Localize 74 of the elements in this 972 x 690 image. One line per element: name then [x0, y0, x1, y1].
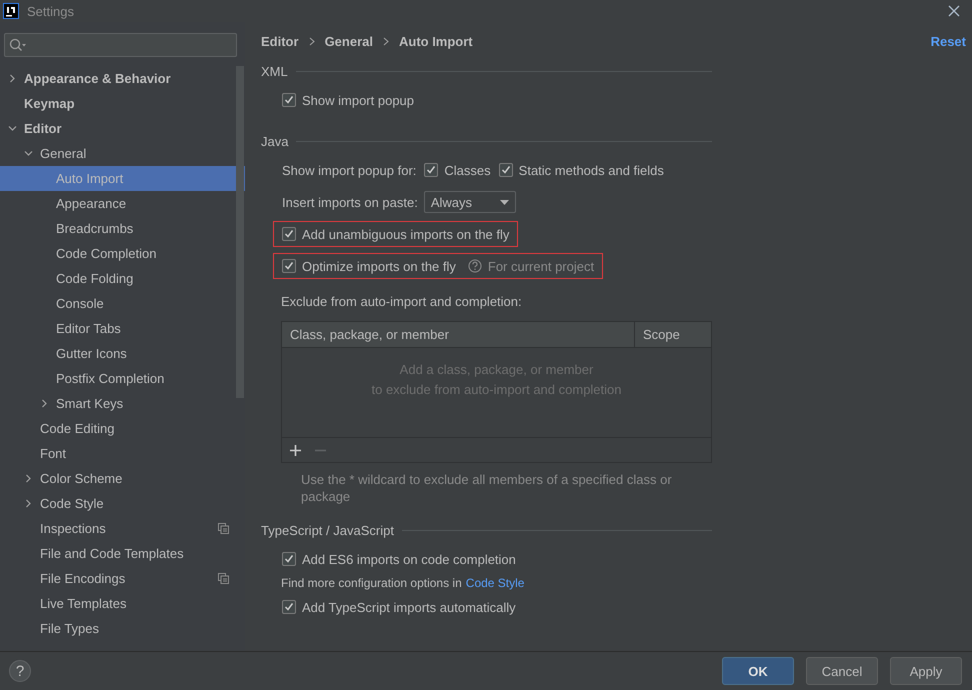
checkbox[interactable]	[424, 163, 438, 177]
chevron-icon	[382, 36, 389, 46]
tree-item[interactable]: Appearance	[0, 191, 245, 216]
checkbox-label[interactable]: Show import popup	[302, 92, 414, 108]
checkbox-label[interactable]: Classes	[444, 162, 491, 178]
option-label: Show import popup for:	[282, 162, 416, 178]
tree-item[interactable]: Smart Keys	[0, 391, 245, 416]
tree-item[interactable]: Live Templates	[0, 591, 245, 616]
tree-item[interactable]: Font	[0, 441, 245, 466]
tree-item[interactable]: Console	[0, 291, 245, 316]
column-header[interactable]: Scope	[635, 322, 711, 347]
scrollbar[interactable]	[236, 66, 244, 398]
tree-item[interactable]: Gutter Icons	[0, 341, 245, 366]
checkbox[interactable]	[498, 163, 513, 177]
option-label: Insert imports on paste:	[282, 194, 418, 210]
section-title: Java	[261, 134, 288, 148]
hint-text: For current project	[488, 258, 594, 274]
tree-item[interactable]: Code Style	[0, 491, 245, 516]
help-note: Use the * wildcard to exclude all members of a specified class or package	[301, 471, 673, 505]
breadcrumb-item[interactable]: General	[324, 34, 373, 48]
chevron-icon[interactable]	[8, 74, 17, 83]
dialog-button[interactable]: Cancel	[806, 657, 878, 685]
tree-item[interactable]: Code Completion	[0, 241, 245, 266]
close-icon[interactable]	[948, 5, 960, 17]
caret-icon	[500, 200, 509, 204]
tree-item[interactable]: Appearance & Behavior	[0, 66, 245, 91]
chevron-icon	[308, 36, 315, 46]
tree-item[interactable]: Breadcrumbs	[0, 216, 245, 241]
tree-item[interactable]: File and Code Templates	[0, 541, 245, 566]
checkbox-label[interactable]: Add TypeScript imports automatically	[302, 600, 516, 614]
column-header[interactable]: Class, package, or member	[282, 322, 635, 347]
checkbox-label[interactable]: Static methods and fields	[518, 162, 664, 178]
chevron-icon[interactable]	[24, 474, 33, 483]
checkbox-label[interactable]: Add ES6 imports on code completion	[302, 552, 516, 566]
chevron-icon[interactable]	[8, 124, 17, 133]
tree-item[interactable]: Keymap	[0, 91, 245, 116]
add-icon[interactable]	[290, 444, 301, 456]
tree-item[interactable]: Code Folding	[0, 266, 245, 291]
tree-item[interactable]: Color Scheme	[0, 466, 245, 491]
table-label: Exclude from auto-import and completion:	[281, 294, 523, 309]
dropdown[interactable]: Always	[424, 191, 516, 213]
checkbox-label[interactable]: Optimize imports on the fly	[302, 258, 456, 274]
tree-item[interactable]: Editor Tabs	[0, 316, 245, 341]
dialog-button[interactable]: Apply	[890, 657, 962, 685]
checkbox[interactable]	[282, 259, 296, 273]
chevron-icon[interactable]	[40, 399, 49, 408]
tree-item[interactable]: File Types	[0, 616, 245, 641]
section-title: TypeScript / JavaScript	[261, 522, 394, 538]
search-field[interactable]	[4, 33, 237, 57]
checkbox[interactable]	[282, 93, 296, 107]
checkbox[interactable]	[282, 600, 296, 614]
breadcrumb-item[interactable]: Auto Import	[398, 34, 473, 48]
tree-item[interactable]: Editor	[0, 116, 245, 141]
app-logo-icon	[3, 3, 19, 19]
tree-item[interactable]: Postfix Completion	[0, 366, 245, 391]
checkbox[interactable]	[282, 227, 296, 241]
window-title: Settings	[27, 4, 74, 18]
reset-link[interactable]: Reset	[930, 34, 966, 48]
help-button[interactable]: ?	[9, 660, 31, 682]
search-icon	[9, 38, 27, 52]
dialog-button[interactable]: OK	[722, 657, 794, 685]
breadcrumb-item[interactable]: Editor	[261, 34, 299, 48]
tree-item[interactable]: General	[0, 141, 245, 166]
chevron-icon[interactable]	[24, 149, 33, 158]
tree-item[interactable]: Code Editing	[0, 416, 245, 441]
section-title: XML	[261, 64, 288, 78]
code-style-link[interactable]: Code Style	[466, 576, 524, 590]
tree-item[interactable]: File Encodings	[0, 566, 245, 591]
checkbox[interactable]	[282, 552, 296, 566]
checkbox-label[interactable]: Add unambiguous imports on the fly	[302, 226, 510, 242]
chevron-icon[interactable]	[24, 499, 33, 508]
tree-item[interactable]: Inspections	[0, 516, 245, 541]
help-icon[interactable]	[468, 259, 482, 273]
info-text: Find more configuration options in	[281, 576, 462, 590]
